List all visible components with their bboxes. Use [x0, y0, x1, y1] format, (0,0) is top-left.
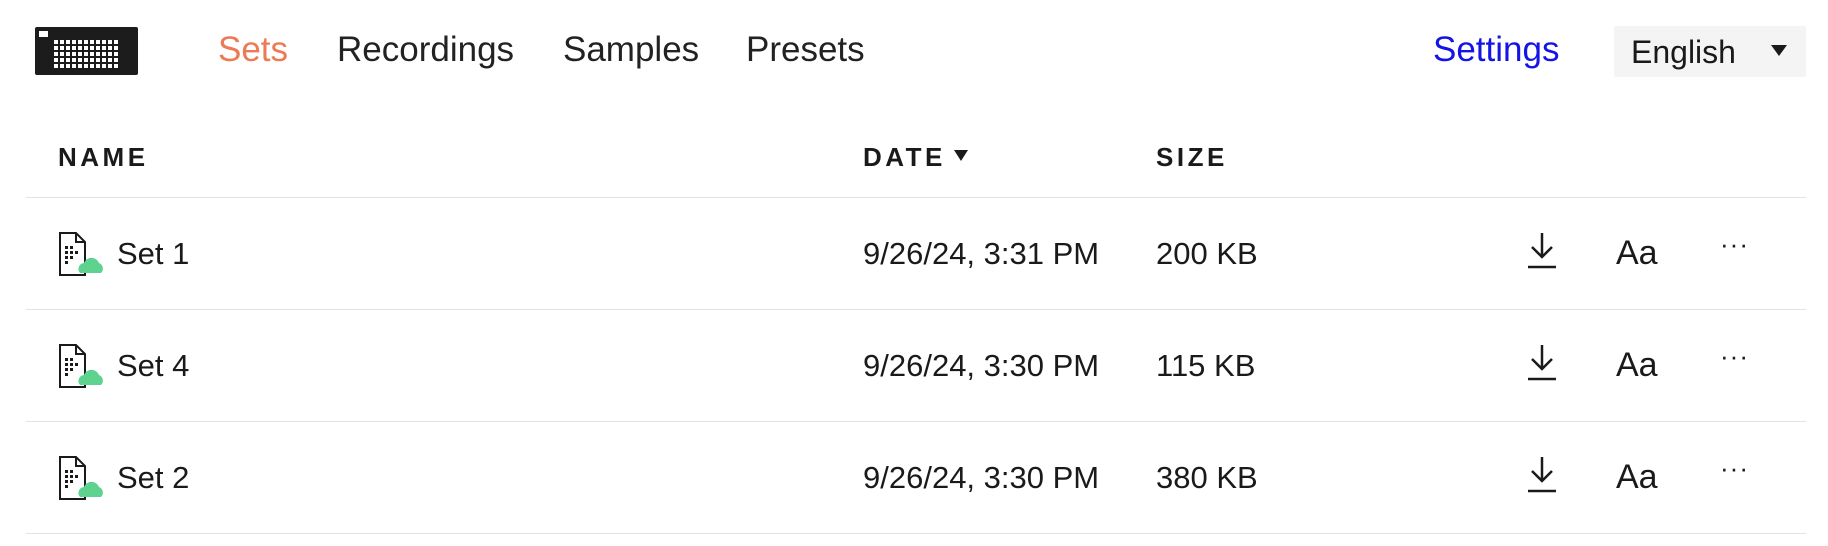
nav-sets[interactable]: Sets — [218, 30, 288, 70]
row-name[interactable]: Set 1 — [117, 234, 189, 274]
font-button[interactable]: Aa — [1616, 345, 1658, 385]
column-header-name[interactable]: NAME — [58, 142, 149, 173]
table-row[interactable]: Set 4 9/26/24, 3:30 PM 115 KB Aa ··· — [0, 310, 1828, 422]
row-size: 380 KB — [1156, 460, 1258, 495]
table-row[interactable]: Set 1 9/26/24, 3:31 PM 200 KB Aa ··· — [0, 198, 1828, 310]
download-icon[interactable] — [1524, 229, 1560, 271]
file-manager-page: Sets Recordings Samples Presets Settings… — [0, 0, 1828, 546]
nav-samples[interactable]: Samples — [563, 30, 699, 70]
more-options-icon[interactable]: ··· — [1720, 336, 1749, 376]
more-options-icon[interactable]: ··· — [1720, 224, 1749, 264]
set-file-cloud-icon — [59, 456, 103, 500]
sort-caret-down-icon[interactable] — [954, 150, 968, 161]
divider — [26, 533, 1806, 534]
top-header: Sets Recordings Samples Presets Settings… — [0, 0, 1828, 100]
column-header-size[interactable]: SIZE — [1156, 142, 1228, 173]
language-select-value: English — [1631, 34, 1736, 70]
download-icon[interactable] — [1524, 341, 1560, 383]
row-name[interactable]: Set 2 — [117, 458, 189, 498]
row-size: 200 KB — [1156, 236, 1258, 271]
row-size: 115 KB — [1156, 348, 1256, 383]
caret-down-icon — [1771, 45, 1787, 56]
download-icon[interactable] — [1524, 453, 1560, 495]
table-header: NAME DATE SIZE — [0, 130, 1828, 198]
set-file-cloud-icon — [59, 232, 103, 276]
settings-link[interactable]: Settings — [1433, 30, 1559, 70]
language-select[interactable]: English — [1614, 26, 1806, 77]
set-file-cloud-icon — [59, 344, 103, 388]
nav-presets[interactable]: Presets — [746, 30, 865, 70]
column-header-date[interactable]: DATE — [863, 142, 946, 173]
nav-recordings[interactable]: Recordings — [337, 30, 514, 70]
row-date: 9/26/24, 3:30 PM — [863, 348, 1100, 383]
row-date: 9/26/24, 3:31 PM — [863, 236, 1100, 271]
font-button[interactable]: Aa — [1616, 233, 1658, 273]
table-row[interactable]: Set 2 9/26/24, 3:30 PM 380 KB Aa ··· — [0, 422, 1828, 534]
pad-grid-logo-icon[interactable] — [35, 27, 138, 75]
font-button[interactable]: Aa — [1616, 457, 1658, 497]
row-name[interactable]: Set 4 — [117, 346, 189, 386]
more-options-icon[interactable]: ··· — [1720, 448, 1749, 488]
row-date: 9/26/24, 3:30 PM — [863, 460, 1100, 495]
